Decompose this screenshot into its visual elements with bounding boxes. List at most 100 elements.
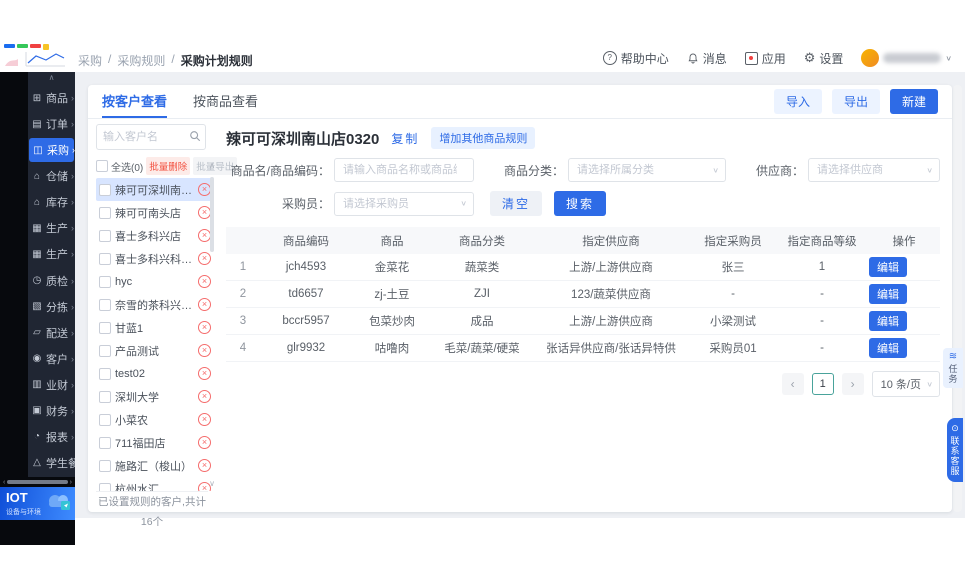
clear-button[interactable]: 清空 (490, 191, 543, 216)
customer-search[interactable] (96, 124, 206, 150)
sidebar-item-sorting[interactable]: ▧ 分拣 › (28, 295, 75, 319)
sidebar-item-purchase[interactable]: ◫ 采购 › (29, 138, 75, 163)
copy-link[interactable]: 复制 (391, 130, 419, 147)
remove-customer-icon[interactable]: × (198, 298, 211, 311)
tab-by-customer[interactable]: 按客户查看 (102, 85, 168, 118)
product-name-input[interactable] (335, 159, 473, 181)
contact-service-float-button[interactable]: ⊙ 联系客服 (947, 418, 963, 482)
help-center[interactable]: ? 帮助中心 (602, 50, 669, 67)
current-page[interactable]: 1 (811, 373, 834, 395)
edit-button[interactable]: 编辑 (869, 311, 907, 331)
customer-list-item[interactable]: 施路汇（梭山） × (96, 454, 214, 477)
checkbox[interactable] (99, 275, 111, 288)
checkbox[interactable] (99, 367, 111, 380)
prev-page-button[interactable]: ‹ (781, 373, 804, 395)
sidebar-item-student-meals[interactable]: △ 学生餐 (28, 451, 79, 475)
remove-customer-icon[interactable]: × (198, 367, 211, 380)
buyer-select-input[interactable] (335, 192, 473, 215)
sidebar-item-quality[interactable]: ◷ 质检 › (28, 269, 75, 293)
page-size-select[interactable]: 10 条/页 ∨ (871, 371, 940, 397)
task-float-button[interactable]: ≋ 任务 (943, 348, 963, 388)
scroll-left-icon[interactable]: ‹ (3, 479, 5, 486)
customer-list-item[interactable]: 深圳大学 × (96, 385, 214, 408)
checkbox[interactable] (99, 459, 111, 472)
breadcrumb-purchase[interactable]: 采购 (78, 52, 102, 69)
customer-list-item[interactable]: 喜士多科兴店 × (96, 224, 214, 247)
checkbox[interactable] (99, 183, 111, 196)
checkbox[interactable] (99, 321, 111, 334)
customer-list-item[interactable]: 杭州水汇 × (96, 477, 214, 491)
iot-banner[interactable]: IOT 设备与环境 (0, 487, 75, 520)
checkbox[interactable] (99, 298, 111, 311)
sidebar-item-warehouse[interactable]: ⌂ 仓储 › (28, 164, 75, 188)
checkbox[interactable] (99, 482, 111, 491)
list-scroll-up-icon[interactable]: ∧ (209, 161, 215, 170)
search-button[interactable]: 搜索 (554, 191, 607, 216)
customer-list-item[interactable]: hyc × (96, 270, 214, 293)
category-select-input[interactable] (569, 159, 725, 181)
customer-list-item[interactable]: 小菜农 × (96, 408, 214, 431)
breadcrumb-purchase-rules[interactable]: 采购规则 (117, 52, 165, 69)
supplier-select[interactable]: ∨ (808, 158, 940, 182)
sidebar-horizontal-scrollbar[interactable]: ‹ › (0, 478, 75, 486)
remove-customer-icon[interactable]: × (198, 390, 211, 403)
export-button[interactable]: 导出 (831, 89, 880, 114)
category-select[interactable]: ∨ (568, 158, 726, 182)
import-button[interactable]: 导入 (773, 89, 822, 114)
list-scroll-down-icon[interactable]: ∨ (209, 479, 215, 488)
next-page-button[interactable]: › (841, 373, 864, 395)
checkbox[interactable] (99, 413, 111, 426)
supplier-select-input[interactable] (809, 159, 939, 181)
remove-customer-icon[interactable]: × (198, 275, 211, 288)
sidebar-scroll-up-icon[interactable]: ∧ (28, 72, 75, 84)
remove-customer-icon[interactable]: × (198, 252, 211, 265)
customer-list-item[interactable]: 711福田店 × (96, 431, 214, 454)
sidebar-item-delivery[interactable]: ▱ 配送 › (28, 321, 75, 345)
remove-customer-icon[interactable]: × (198, 413, 211, 426)
remove-customer-icon[interactable]: × (198, 321, 211, 334)
list-scrollbar-thumb[interactable] (210, 177, 214, 252)
apps[interactable]: 应用 (744, 50, 786, 67)
remove-customer-icon[interactable]: × (198, 344, 211, 357)
batch-delete-button[interactable]: 批量删除 (146, 157, 191, 175)
customer-list-item[interactable]: 辣可可南头店 × (96, 201, 214, 224)
create-button[interactable]: 新建 (889, 89, 938, 114)
scrollbar-thumb[interactable] (7, 480, 68, 484)
sidebar-item-orders[interactable]: ▤ 订单 › (28, 112, 75, 136)
checkbox[interactable] (99, 252, 111, 265)
messages[interactable]: 消息 (687, 50, 727, 67)
settings[interactable]: ⚙ 设置 (804, 50, 844, 67)
scroll-right-icon[interactable]: › (70, 479, 72, 486)
sidebar-item-production-1[interactable]: ▦ 生产 › (28, 216, 75, 240)
quality-icon: ◷ (32, 275, 42, 286)
sidebar-item-finance[interactable]: ▣ 财务 › (28, 399, 75, 423)
customer-list-item[interactable]: 产品测试 × (96, 339, 214, 362)
sidebar-item-business-finance[interactable]: ▥ 业财 › (28, 373, 75, 397)
sidebar-item-production-2[interactable]: ▦ 生产 › (28, 242, 75, 266)
sidebar-item-reports[interactable]: ◔ 报表 › (28, 425, 75, 449)
remove-customer-icon[interactable]: × (198, 459, 211, 472)
checkbox[interactable] (99, 344, 111, 357)
sidebar-item-customers[interactable]: ◉ 客户 › (28, 347, 75, 371)
user-menu[interactable]: ∨ (861, 49, 952, 67)
add-other-rule-button[interactable]: 增加其他商品规则 (431, 127, 536, 149)
checkbox[interactable] (99, 436, 111, 449)
remove-customer-icon[interactable]: × (198, 436, 211, 449)
checkbox[interactable] (99, 229, 111, 242)
edit-button[interactable]: 编辑 (869, 284, 907, 304)
checkbox[interactable] (99, 206, 111, 219)
select-all-checkbox[interactable] (96, 160, 108, 172)
checkbox[interactable] (99, 390, 111, 403)
customer-list-item[interactable]: test02 × (96, 362, 214, 385)
product-name-field[interactable] (334, 158, 474, 182)
customer-list-item[interactable]: 甘蓝1 × (96, 316, 214, 339)
buyer-select[interactable]: ∨ (334, 191, 474, 216)
edit-button[interactable]: 编辑 (869, 338, 907, 358)
customer-list-item[interactable]: 奈雪的茶科兴1店 × (96, 293, 214, 316)
tab-by-product[interactable]: 按商品查看 (193, 85, 258, 118)
sidebar-item-inventory[interactable]: ⌂ 库存 › (28, 190, 75, 214)
customer-list-item[interactable]: 喜士多科兴科学园2号1120× (96, 247, 214, 270)
sidebar-item-goods[interactable]: ⊞ 商品 › (28, 86, 75, 110)
edit-button[interactable]: 编辑 (869, 257, 907, 277)
customer-list-item[interactable]: 辣可可深圳南山店0320× (96, 178, 214, 201)
